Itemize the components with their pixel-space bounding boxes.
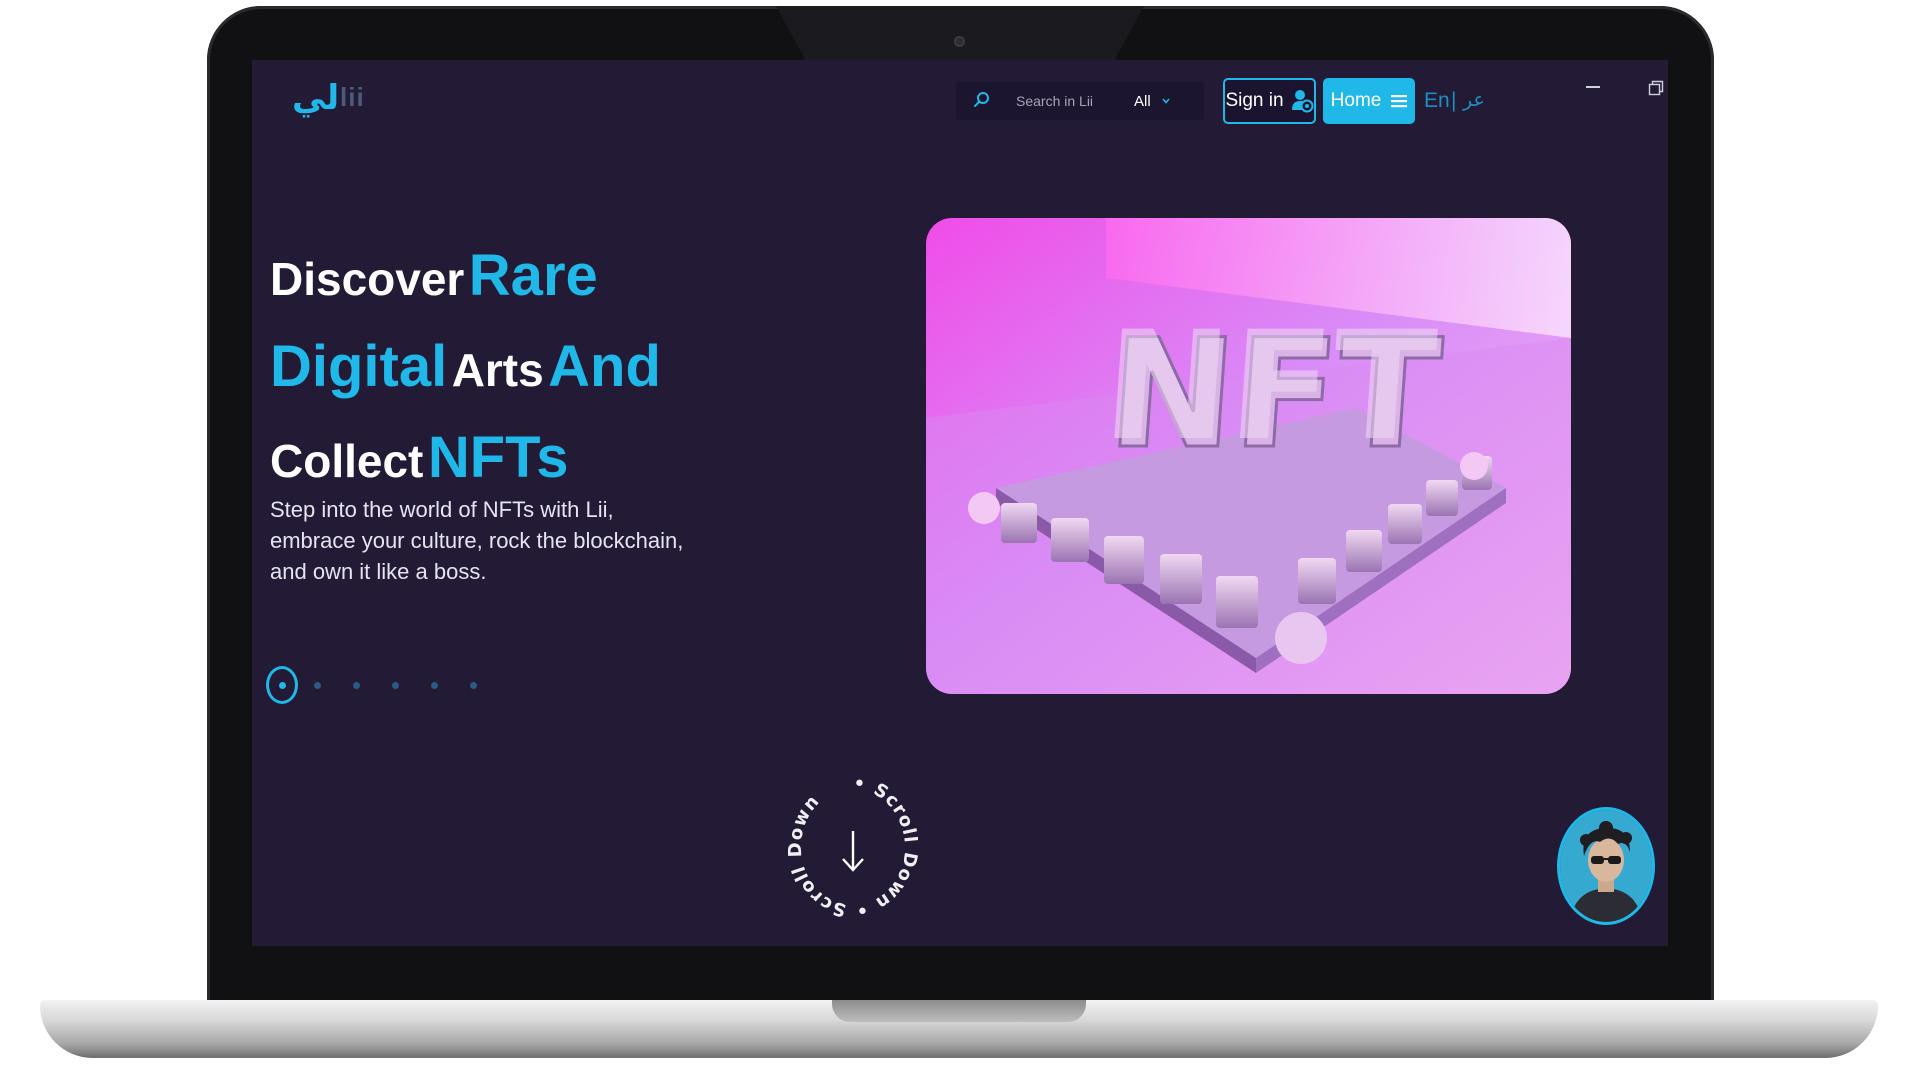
hero-word-highlight: Digital	[270, 334, 448, 399]
hero-description: Step into the world of NFTs with Lii, em…	[270, 497, 684, 584]
hero-word-highlight: Rare	[468, 243, 598, 308]
slide-dot[interactable]	[470, 682, 477, 689]
sign-in-button[interactable]: Sign in	[1223, 78, 1316, 124]
home-label: Home	[1330, 90, 1382, 111]
nft-illustration: NFT NFT	[926, 218, 1571, 694]
search-input[interactable]	[1016, 91, 1116, 111]
user-icon	[1291, 90, 1314, 113]
menu-icon	[1391, 95, 1408, 108]
hero-word: Discover	[270, 253, 465, 305]
language-english[interactable]: En	[1424, 89, 1450, 113]
restore-icon[interactable]	[1648, 80, 1664, 96]
laptop-base-notch	[832, 1000, 1086, 1022]
hero-nft-image: NFT NFT	[926, 218, 1571, 694]
nft-3d-text-highlight: NFT	[1098, 300, 1440, 474]
language-arabic[interactable]: عر	[1463, 89, 1485, 111]
slide-dot[interactable]	[353, 682, 360, 689]
slide-dot[interactable]	[431, 682, 438, 689]
slide-dot-active[interactable]	[266, 666, 298, 704]
camera-notch	[776, 6, 1144, 60]
logo-latin: lii	[340, 82, 365, 112]
scope-selected-value: All	[1134, 92, 1151, 110]
search-bar: All	[956, 82, 1204, 120]
language-separator: |	[1451, 89, 1457, 112]
hero-title-line-1: Discover Rare	[270, 238, 830, 329]
hero-title: Discover Rare Digital Arts And Collect N…	[270, 238, 830, 511]
chevron-down-icon	[1162, 98, 1170, 104]
avatar-illustration	[1560, 810, 1652, 922]
hero-title-line-2: Digital Arts And	[270, 329, 830, 420]
scroll-down-badge[interactable]: • Scroll Down • Scroll Down	[788, 775, 918, 923]
slide-dot[interactable]	[314, 682, 321, 689]
avatar[interactable]	[1557, 807, 1655, 925]
app-screen: لي lii All Sign in Home	[252, 60, 1668, 946]
sign-in-label: Sign in	[1225, 90, 1284, 111]
hero-word: Arts	[451, 344, 544, 396]
logo-arabic: لي	[292, 78, 340, 118]
hero-word-highlight: And	[548, 334, 661, 399]
search-icon[interactable]	[972, 90, 992, 110]
site-logo[interactable]: لي lii	[292, 78, 372, 128]
arrow-down-icon	[842, 831, 864, 872]
home-menu-button[interactable]: Home	[1323, 78, 1415, 124]
minimize-icon[interactable]	[1586, 86, 1600, 88]
slide-dot[interactable]	[392, 682, 399, 689]
search-scope-select[interactable]: All	[1134, 90, 1171, 112]
hero-word-highlight: NFTs	[427, 425, 569, 490]
hero-word: Collect	[270, 435, 424, 487]
camera-icon	[954, 36, 965, 47]
